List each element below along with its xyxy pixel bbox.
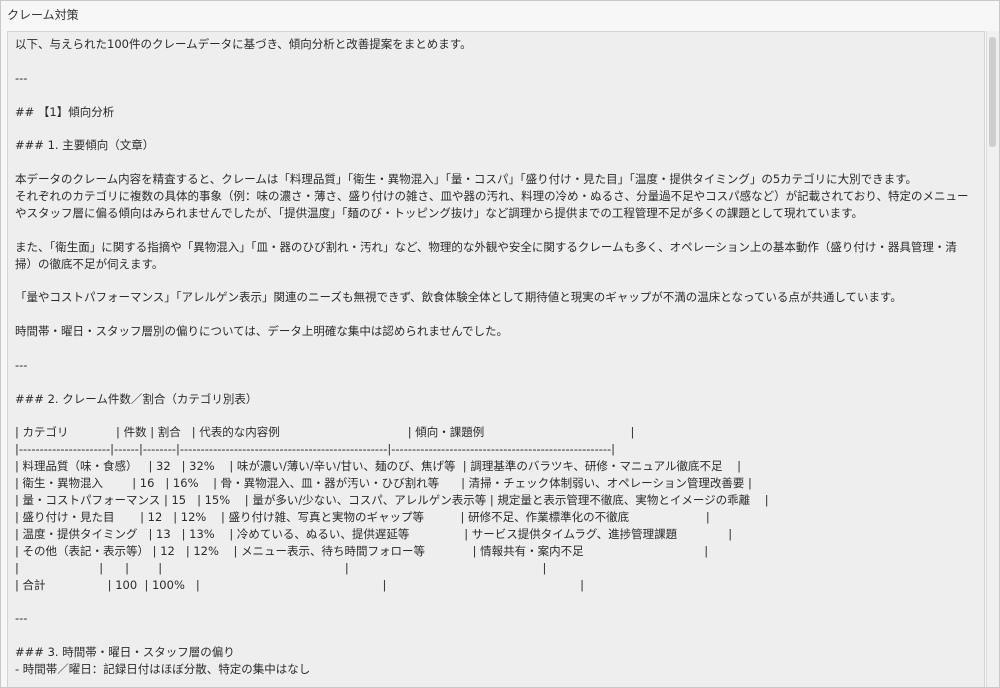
- content-line: | 料理品質（味・食感） | 32 | 32% | 味が濃い/薄い/辛い/甘い、…: [15, 459, 742, 474]
- scrollbar-thumb[interactable]: [989, 37, 996, 147]
- vertical-scrollbar[interactable]: [986, 31, 999, 687]
- content-line: | 合計 | 100 | 100% | | |: [15, 577, 584, 592]
- content-line: - 時間帯／曜日：記録日付はほぼ分散、特定の集中はなし: [15, 661, 311, 676]
- content-line: それぞれのカテゴリに複数の具体的事象（例：味の濃さ・薄さ、盛り付けの雑さ、皿や器…: [15, 189, 969, 204]
- content-line: ## 【1】傾向分析: [15, 104, 115, 119]
- content-line: | 量・コストパフォーマンス | 15 | 15% | 量が多い/少ない、コスパ…: [15, 493, 769, 508]
- content-line: 以下、与えられた100件のクレームデータに基づき、傾向分析と改善提案をまとめます…: [15, 37, 472, 51]
- content-line: [15, 340, 984, 357]
- content-line: | 盛り付け・見た目 | 12 | 12% | 盛り付け雑、写真と実物のギャップ…: [15, 509, 710, 524]
- content-line: 本データのクレーム内容を精査すると、クレームは「料理品質」「衛生・異物混入」「量…: [15, 172, 918, 187]
- content-line: [15, 120, 984, 137]
- content-line: [15, 87, 984, 104]
- editor-window: クレーム対策 以下、与えられた100件のクレームデータに基づき、傾向分析と改善提…: [0, 0, 1000, 688]
- window-title: クレーム対策: [1, 1, 999, 29]
- content-line: |----------------------|------|--------|…: [15, 442, 616, 457]
- content-line: ### 2. クレーム件数／割合（カテゴリ別表）: [15, 391, 258, 406]
- content-line: | カテゴリ | 件数 | 割合 | 代表的な内容例 | 傾向・課題例 |: [15, 425, 635, 440]
- content-line: [15, 306, 984, 323]
- content-text-area[interactable]: 以下、与えられた100件のクレームデータに基づき、傾向分析と改善提案をまとめます…: [7, 31, 985, 687]
- content-line: [15, 272, 984, 289]
- content-line: | 衛生・異物混入 | 16 | 16% | 骨・異物混入、皿・器が汚い・ひび割…: [15, 476, 752, 491]
- content-line: ---: [15, 70, 28, 85]
- content-line: ### 3. 時間帯・曜日・スタッフ層の偏り: [15, 645, 235, 660]
- content-line: また、「衛生面」に関する指摘や「異物混入」「皿・器のひび割れ・汚れ」など、物理的…: [15, 239, 957, 254]
- content-line: [15, 222, 984, 239]
- content-line: [15, 154, 984, 171]
- content-line: 掃）の徹底不足が伺えます。: [15, 256, 164, 271]
- content-line: ---: [15, 611, 28, 626]
- content-line: [15, 53, 984, 70]
- content-line: ---: [15, 357, 28, 372]
- content-line: [15, 593, 984, 610]
- content-line: [15, 374, 984, 391]
- content-line: 時間帯・曜日・スタッフ層別の偏りについては、データ上明確な集中は認められませんで…: [15, 324, 508, 339]
- content-line: ### 1. 主要傾向（文章）: [15, 138, 155, 153]
- content-line: 「量やコストパフォーマンス」「アレルゲン表示」関連のニーズも無視できず、飲食体験…: [15, 290, 902, 305]
- content-line: [15, 408, 984, 425]
- content-line: | その他（表記・表示等） | 12 | 12% | メニュー表示、待ち時間フォ…: [15, 543, 709, 558]
- content-line: | | | | | |: [15, 560, 547, 575]
- content-line: [15, 627, 984, 644]
- content-line: やスタッフ層に偏る傾向はみられませんでしたが、「提供温度」「麺のび・トッピング抜…: [15, 205, 864, 220]
- content-line: | 温度・提供タイミング | 13 | 13% | 冷めている、ぬるい、提供遅延…: [15, 526, 733, 541]
